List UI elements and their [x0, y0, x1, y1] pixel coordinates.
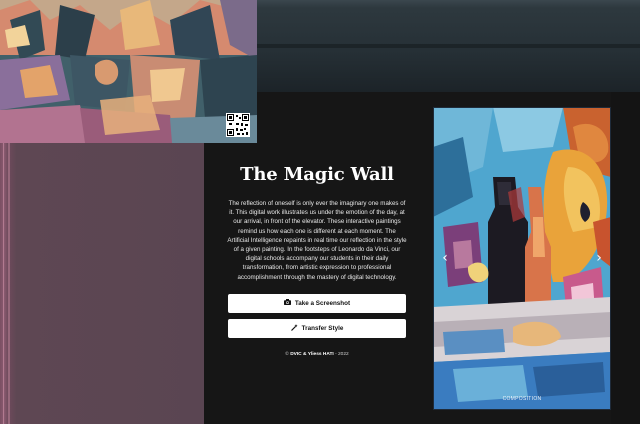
chevron-left-icon[interactable]: ‹	[437, 249, 453, 267]
take-screenshot-label: Take a Screenshot	[294, 299, 351, 307]
right-edge	[611, 92, 640, 424]
camera-icon	[283, 299, 291, 307]
styled-reflection-image	[0, 0, 257, 143]
info-column: The Magic Wall The reflection of oneself…	[226, 160, 408, 357]
copyright-owners: DVIC & Yliess HATI	[290, 351, 334, 357]
copyright-year: - 2022	[335, 351, 349, 357]
take-screenshot-button[interactable]: Take a Screenshot	[228, 293, 406, 313]
painting-carousel[interactable]: COMPOSITION	[433, 107, 611, 410]
copyright-symbol: ©	[285, 351, 289, 357]
painting-caption: COMPOSITION	[502, 396, 542, 402]
magic-wand-icon	[290, 323, 298, 333]
page-title: The Magic Wall	[240, 164, 394, 185]
transfer-style-label: Transfer Style	[301, 324, 344, 332]
painting-image	[433, 107, 611, 410]
description-text: The reflection of oneself is only ever t…	[227, 200, 407, 281]
transfer-style-button[interactable]: Transfer Style	[228, 318, 406, 338]
copyright-text: © DVIC & Yliess HATI - 2022	[226, 352, 408, 357]
left-color-panel	[0, 140, 204, 424]
qr-code-icon	[227, 114, 249, 136]
qr-code[interactable]	[226, 113, 250, 137]
chevron-right-icon[interactable]: ›	[591, 249, 607, 267]
